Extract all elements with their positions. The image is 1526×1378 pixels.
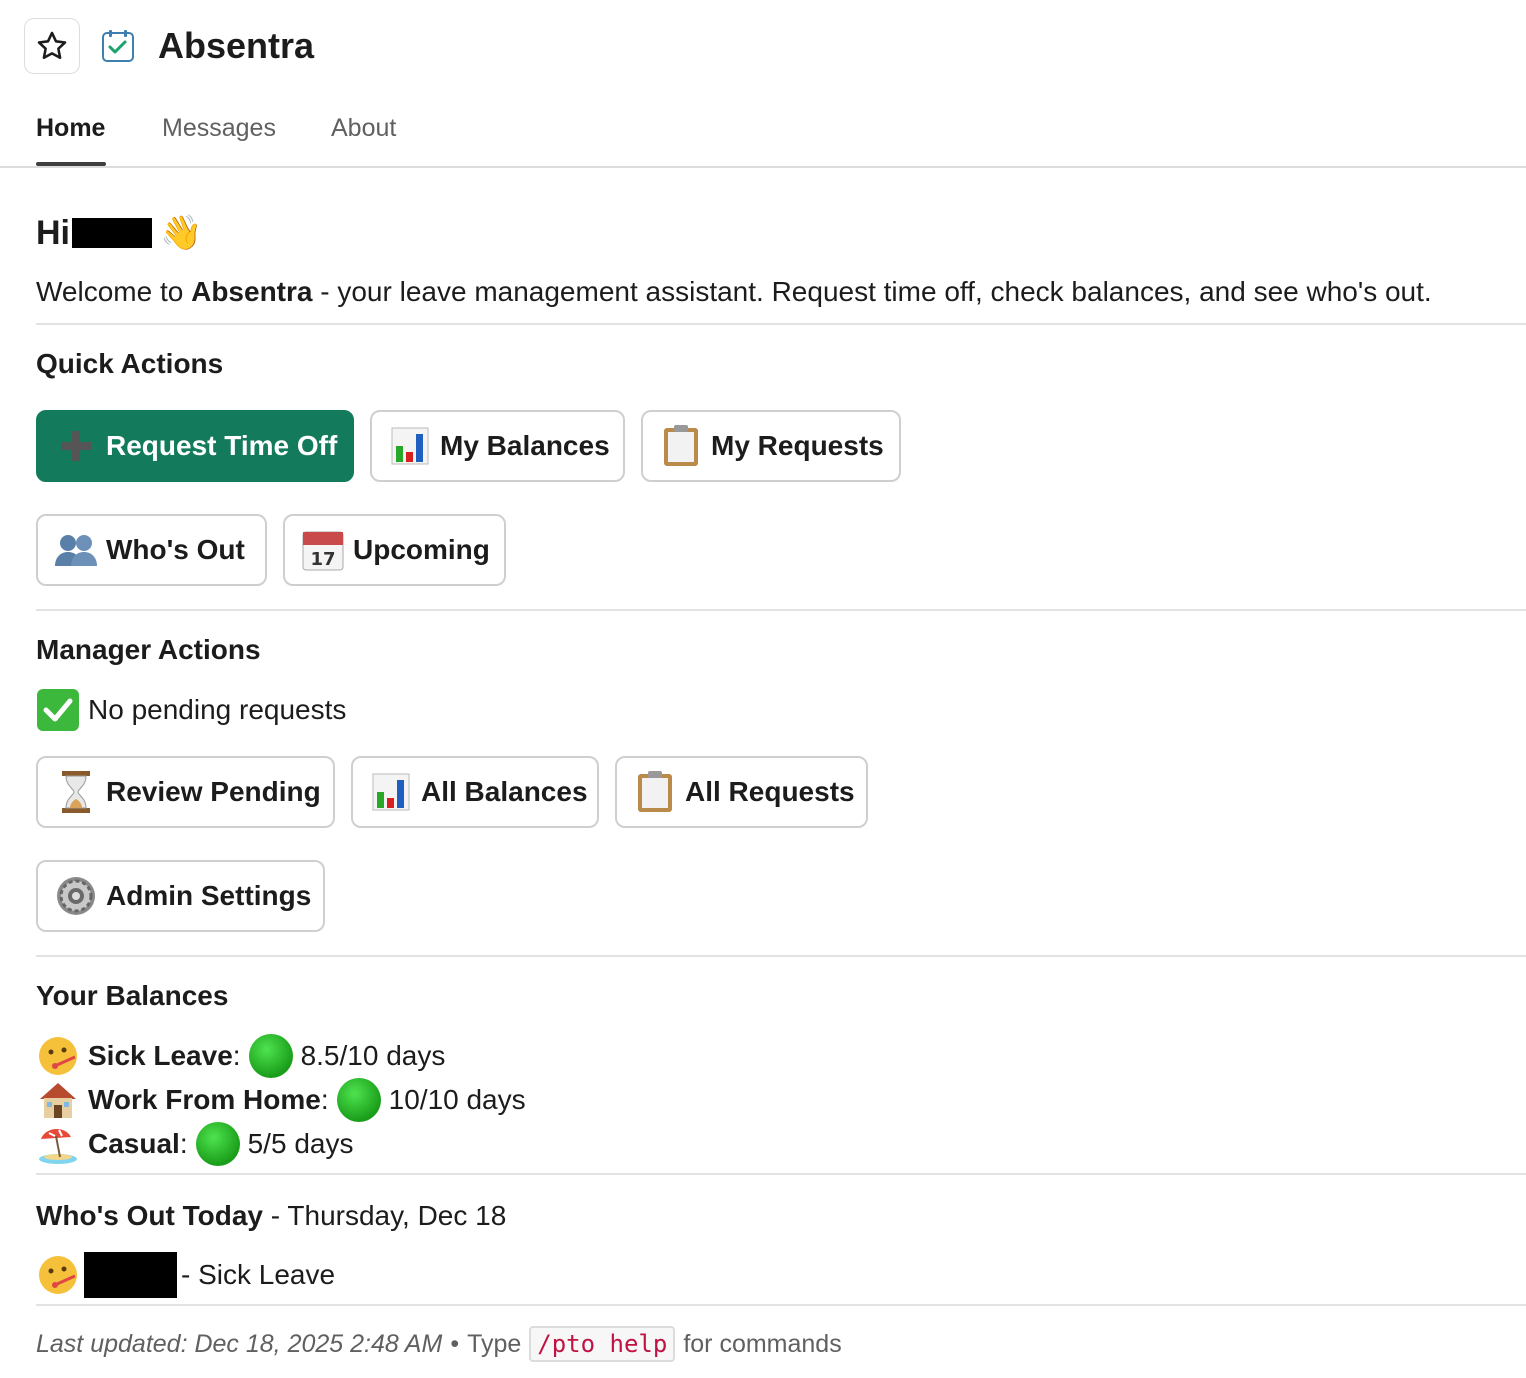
clipboard-icon <box>659 424 703 468</box>
greeting-prefix: Hi <box>36 213 70 252</box>
casual-value: 5/5 days <box>247 1128 354 1159</box>
plus-icon <box>54 424 98 468</box>
divider <box>36 955 1526 957</box>
tab-about[interactable]: About <box>331 114 396 143</box>
request-time-off-button[interactable]: Request Time Off <box>36 410 354 482</box>
pending-status-text: No pending requests <box>88 694 347 725</box>
gear-icon <box>54 874 98 918</box>
tab-home[interactable]: Home <box>36 114 105 143</box>
welcome-app-name: Absentra <box>191 276 313 307</box>
manager-actions-title: Manager Actions <box>36 634 261 665</box>
request-time-off-label: Request Time Off <box>106 430 338 461</box>
divider <box>36 1304 1526 1306</box>
colon: : <box>179 1128 188 1159</box>
thermometer-face-icon <box>36 1034 80 1078</box>
active-tab-indicator <box>36 162 106 166</box>
house-icon <box>36 1078 80 1122</box>
admin-settings-button[interactable]: Admin Settings <box>36 860 325 932</box>
colon: : <box>320 1084 329 1115</box>
check-mark-icon <box>36 688 80 732</box>
my-balances-button[interactable]: My Balances <box>370 410 625 482</box>
svg-text:17: 17 <box>310 549 335 570</box>
all-requests-label: All Requests <box>685 776 855 807</box>
bullet-separator: • <box>450 1329 460 1358</box>
hourglass-icon <box>54 770 98 814</box>
whos-out-leave-type: - Sick Leave <box>181 1259 336 1290</box>
admin-settings-label: Admin Settings <box>106 880 312 911</box>
redacted-user-name <box>84 1252 177 1298</box>
all-balances-label: All Balances <box>421 776 588 807</box>
welcome-after: - your leave management assistant. Reque… <box>312 276 1432 307</box>
app-title: Absentra <box>158 25 315 66</box>
whos-out-button[interactable]: Who's Out <box>36 514 267 586</box>
my-requests-button[interactable]: My Requests <box>641 410 901 482</box>
sick-leave-name: Sick Leave <box>88 1040 233 1071</box>
sick-leave-value: 8.5/10 days <box>300 1040 446 1071</box>
type-label: Type <box>467 1329 522 1358</box>
bar-chart-icon <box>369 770 413 814</box>
my-requests-label: My Requests <box>711 430 884 461</box>
welcome-before: Welcome to <box>36 276 192 307</box>
command-code: /pto help <box>529 1326 676 1362</box>
pending-status: No pending requests <box>36 688 346 732</box>
whos-out-today-title: Who's Out Today <box>36 1200 264 1231</box>
calendar-icon: 17 <box>301 528 345 572</box>
tab-bar: Home Messages About <box>0 100 1526 168</box>
waving-hand-icon: 👋 <box>160 214 203 252</box>
whos-out-today-date: - Thursday, Dec 18 <box>263 1200 507 1231</box>
clipboard-icon <box>633 770 677 814</box>
beach-umbrella-icon <box>36 1122 80 1166</box>
greeting: Hi 👋 <box>36 212 202 254</box>
casual-name: Casual <box>88 1128 180 1159</box>
calendar-check-icon <box>100 28 136 64</box>
upcoming-button[interactable]: 17 Upcoming <box>283 514 506 586</box>
all-balances-button[interactable]: All Balances <box>351 756 599 828</box>
footer: Last updated: Dec 18, 2025 2:48 AM • Typ… <box>36 1326 842 1362</box>
upcoming-label: Upcoming <box>353 534 490 565</box>
green-circle-icon <box>248 1034 293 1078</box>
your-balances-title: Your Balances <box>36 980 229 1011</box>
colon: : <box>232 1040 241 1071</box>
whos-out-today-heading: Who's Out Today - Thursday, Dec 18 <box>36 1196 506 1236</box>
redacted-user-name <box>72 218 152 248</box>
divider <box>36 323 1526 325</box>
my-balances-label: My Balances <box>440 430 610 461</box>
thermometer-face-icon <box>36 1253 80 1297</box>
people-icon <box>54 528 98 572</box>
whos-out-entry: - Sick Leave <box>36 1252 335 1298</box>
balance-sick-leave: Sick Leave: 8.5/10 days <box>36 1034 445 1078</box>
all-requests-button[interactable]: All Requests <box>615 756 868 828</box>
tab-messages[interactable]: Messages <box>162 114 276 143</box>
divider <box>36 1173 1526 1175</box>
bar-chart-icon <box>388 424 432 468</box>
balance-casual: Casual: 5/5 days <box>36 1122 353 1166</box>
footer-suffix: for commands <box>683 1329 842 1358</box>
review-pending-label: Review Pending <box>106 776 321 807</box>
app-home: Absentra Home Messages About Hi 👋 Welcom… <box>0 0 1526 1378</box>
work-from-home-value: 10/10 days <box>388 1084 526 1115</box>
balance-work-from-home: Work From Home: 10/10 days <box>36 1078 526 1122</box>
review-pending-button[interactable]: Review Pending <box>36 756 335 828</box>
whos-out-label: Who's Out <box>106 534 245 565</box>
quick-actions-title: Quick Actions <box>36 348 224 379</box>
green-circle-icon <box>195 1122 240 1166</box>
app-header: Absentra <box>24 18 314 74</box>
green-circle-icon <box>336 1078 381 1122</box>
last-updated-text: Last updated: Dec 18, 2025 2:48 AM <box>36 1329 443 1358</box>
divider <box>36 609 1526 611</box>
work-from-home-name: Work From Home <box>88 1084 321 1115</box>
star-icon[interactable] <box>24 18 80 74</box>
welcome-text: Welcome to Absentra - your leave managem… <box>36 276 1432 308</box>
